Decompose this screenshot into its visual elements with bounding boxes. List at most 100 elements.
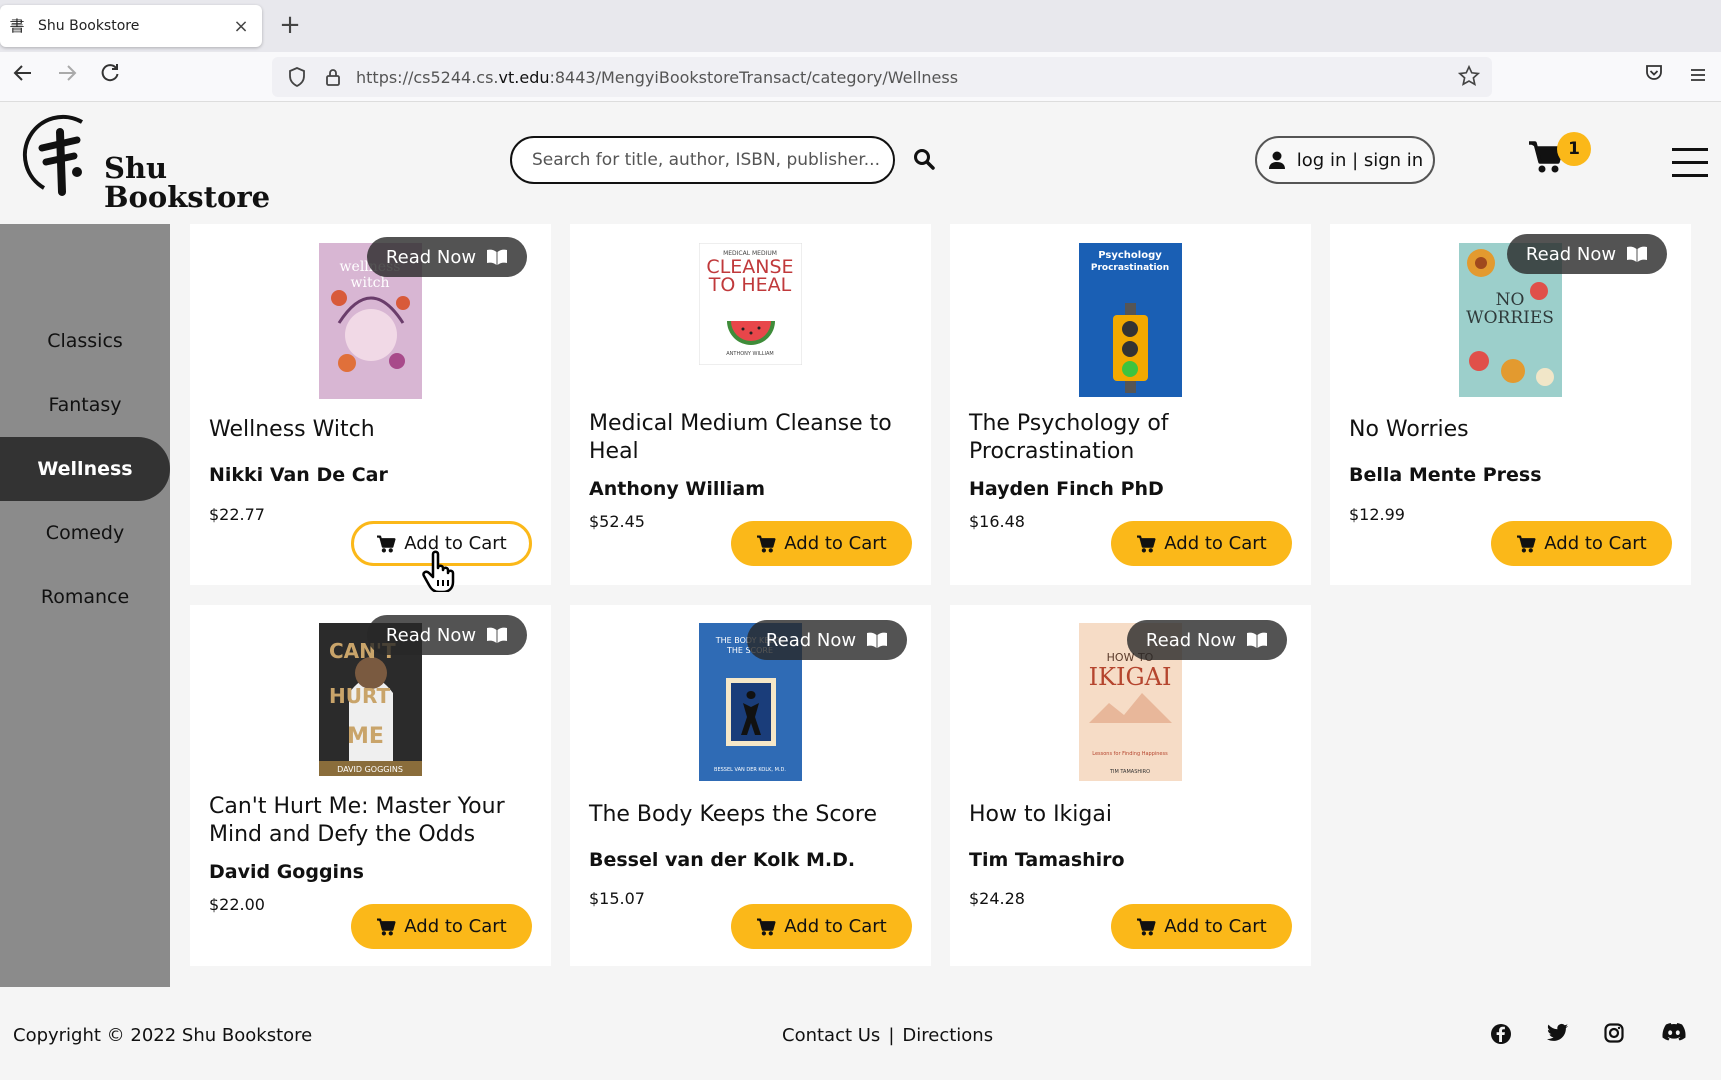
svg-text:HURT: HURT <box>329 684 390 708</box>
hand-cursor-icon <box>421 550 461 594</box>
book-card: NO WORRIES Read Now No Worries Bella Men… <box>1330 224 1691 585</box>
forward-icon[interactable] <box>52 62 82 92</box>
sidebar-item-comedy[interactable]: Comedy <box>0 501 170 565</box>
browser-tabbar: 書 Shu Bookstore × + <box>0 0 1721 52</box>
book-author: Tim Tamashiro <box>969 849 1125 871</box>
book-author: David Goggins <box>209 861 364 883</box>
add-to-cart-button[interactable]: Add to Cart <box>1491 521 1672 566</box>
book-author: Anthony William <box>589 478 766 500</box>
book-title[interactable]: Can't Hurt Me: Master Your Mind and Defy… <box>209 793 539 849</box>
bookmark-star-icon[interactable] <box>1457 64 1482 89</box>
browser-tab[interactable]: 書 Shu Bookstore × <box>0 5 262 47</box>
cart-icon <box>377 918 396 935</box>
add-to-cart-label: Add to Cart <box>1544 533 1647 554</box>
book-card: Psychology Procrastination The Psycholog… <box>950 224 1311 585</box>
cart-icon <box>1137 918 1156 935</box>
site-footer: Copyright © 2022 Shu Bookstore Contact U… <box>0 987 1721 1080</box>
add-to-cart-button[interactable]: Add to Cart <box>731 521 912 566</box>
search-icon[interactable] <box>912 147 938 173</box>
instagram-icon[interactable] <box>1604 1023 1628 1047</box>
shield-icon[interactable] <box>284 64 310 90</box>
hamburger-menu-icon[interactable] <box>1672 148 1708 178</box>
contact-us-link[interactable]: Contact Us <box>782 1025 880 1046</box>
add-to-cart-button[interactable]: Add to Cart <box>1111 904 1292 949</box>
book-cover-image[interactable]: MEDICAL MEDIUM CLEANSE TO HEAL ANTHONY W… <box>699 243 802 365</box>
svg-text:Procrastination: Procrastination <box>1091 263 1169 273</box>
add-to-cart-button[interactable]: Add to Cart <box>351 904 532 949</box>
url-text[interactable]: https://cs5244.cs.vt.edu:8443/MengyiBook… <box>356 68 958 87</box>
svg-text:IKIGAI: IKIGAI <box>1089 663 1172 691</box>
read-now-label: Read Now <box>1525 243 1617 265</box>
reload-icon[interactable] <box>95 62 125 92</box>
book-author: Nikki Van De Car <box>209 464 388 486</box>
book-open-icon <box>1247 632 1268 648</box>
read-now-label: Read Now <box>385 624 477 646</box>
category-sidebar: Classics Fantasy Wellness Comedy Romance <box>0 224 170 987</box>
book-open-icon <box>867 632 888 648</box>
book-price: $52.45 <box>589 512 645 531</box>
book-open-icon <box>487 627 508 643</box>
book-open-icon <box>1627 246 1648 262</box>
back-icon[interactable] <box>8 62 38 92</box>
close-tab-icon[interactable]: × <box>232 16 250 37</box>
svg-text:TO HEAL: TO HEAL <box>708 274 792 296</box>
sidebar-item-romance[interactable]: Romance <box>0 565 170 629</box>
twitter-icon[interactable] <box>1547 1023 1571 1047</box>
book-title[interactable]: The Body Keeps the Score <box>589 801 919 829</box>
cart-icon <box>757 918 776 935</box>
sidebar-item-classics[interactable]: Classics <box>0 309 170 373</box>
favicon-icon: 書 <box>9 17 25 35</box>
sidebar-item-wellness[interactable]: Wellness <box>0 437 170 501</box>
book-price: $16.48 <box>969 512 1025 531</box>
book-price: $22.77 <box>209 505 265 524</box>
book-card: wellness witch Read Now Wellness Witch N… <box>190 224 551 594</box>
svg-text:Psychology: Psychology <box>1098 250 1162 261</box>
book-card: HOW TO IKIGAI Lessons for Finding Happin… <box>950 605 1311 966</box>
sidebar-item-fantasy[interactable]: Fantasy <box>0 373 170 437</box>
logo-text[interactable]: Shu Bookstore <box>104 154 270 212</box>
browser-navbar: https://cs5244.cs.vt.edu:8443/MengyiBook… <box>0 52 1721 102</box>
read-now-button[interactable]: Read Now <box>367 237 527 277</box>
copyright-text: Copyright © 2022 Shu Bookstore <box>13 1025 313 1046</box>
book-title[interactable]: How to Ikigai <box>969 801 1299 829</box>
book-card: CAN'T HURT ME DAVID GOGGINS Read Now Can… <box>190 605 551 966</box>
tab-title: Shu Bookstore <box>38 18 140 34</box>
app-menu-icon[interactable] <box>1683 62 1713 92</box>
discord-icon[interactable] <box>1662 1023 1686 1047</box>
svg-text:NO: NO <box>1496 290 1525 310</box>
read-now-label: Read Now <box>765 629 857 651</box>
book-price: $12.99 <box>1349 505 1405 524</box>
search-input[interactable] <box>512 138 893 182</box>
book-title[interactable]: Medical Medium Cleanse to Heal <box>589 410 919 466</box>
book-author: Bessel van der Kolk M.D. <box>589 849 856 871</box>
cart-count-badge[interactable]: 1 <box>1557 132 1591 166</box>
book-price: $24.28 <box>969 889 1025 908</box>
read-now-button[interactable]: Read Now <box>747 620 907 660</box>
add-to-cart-button[interactable]: Add to Cart <box>731 904 912 949</box>
read-now-button[interactable]: Read Now <box>1507 234 1667 274</box>
cart-icon <box>1517 535 1536 552</box>
add-to-cart-label: Add to Cart <box>404 916 507 937</box>
facebook-icon[interactable] <box>1490 1023 1514 1047</box>
read-now-button[interactable]: Read Now <box>1127 620 1287 660</box>
login-button[interactable]: log in | sign in <box>1255 136 1435 184</box>
svg-text:DAVID GOGGINS: DAVID GOGGINS <box>337 765 403 774</box>
site-header: Shu Bookstore log in | sign in 1 <box>0 102 1721 224</box>
lock-icon[interactable] <box>320 64 346 90</box>
book-title[interactable]: Wellness Witch <box>209 416 539 444</box>
add-to-cart-button[interactable]: Add to Cart <box>1111 521 1292 566</box>
add-to-cart-label: Add to Cart <box>1164 916 1267 937</box>
read-now-button[interactable]: Read Now <box>367 615 527 655</box>
new-tab-icon[interactable]: + <box>275 10 305 40</box>
book-open-icon <box>487 249 508 265</box>
book-title[interactable]: No Worries <box>1349 416 1679 444</box>
pocket-icon[interactable] <box>1639 62 1669 92</box>
url-bar[interactable]: https://cs5244.cs.vt.edu:8443/MengyiBook… <box>272 57 1492 97</box>
svg-text:ME: ME <box>347 724 384 749</box>
book-price: $22.00 <box>209 895 265 914</box>
book-cover-image[interactable]: Psychology Procrastination <box>1079 243 1182 397</box>
logo-icon[interactable] <box>22 110 97 200</box>
book-title[interactable]: The Psychology of Procrastination <box>969 410 1299 466</box>
svg-text:Lessons for Finding Happiness: Lessons for Finding Happiness <box>1092 751 1168 757</box>
directions-link[interactable]: Directions <box>902 1025 993 1046</box>
